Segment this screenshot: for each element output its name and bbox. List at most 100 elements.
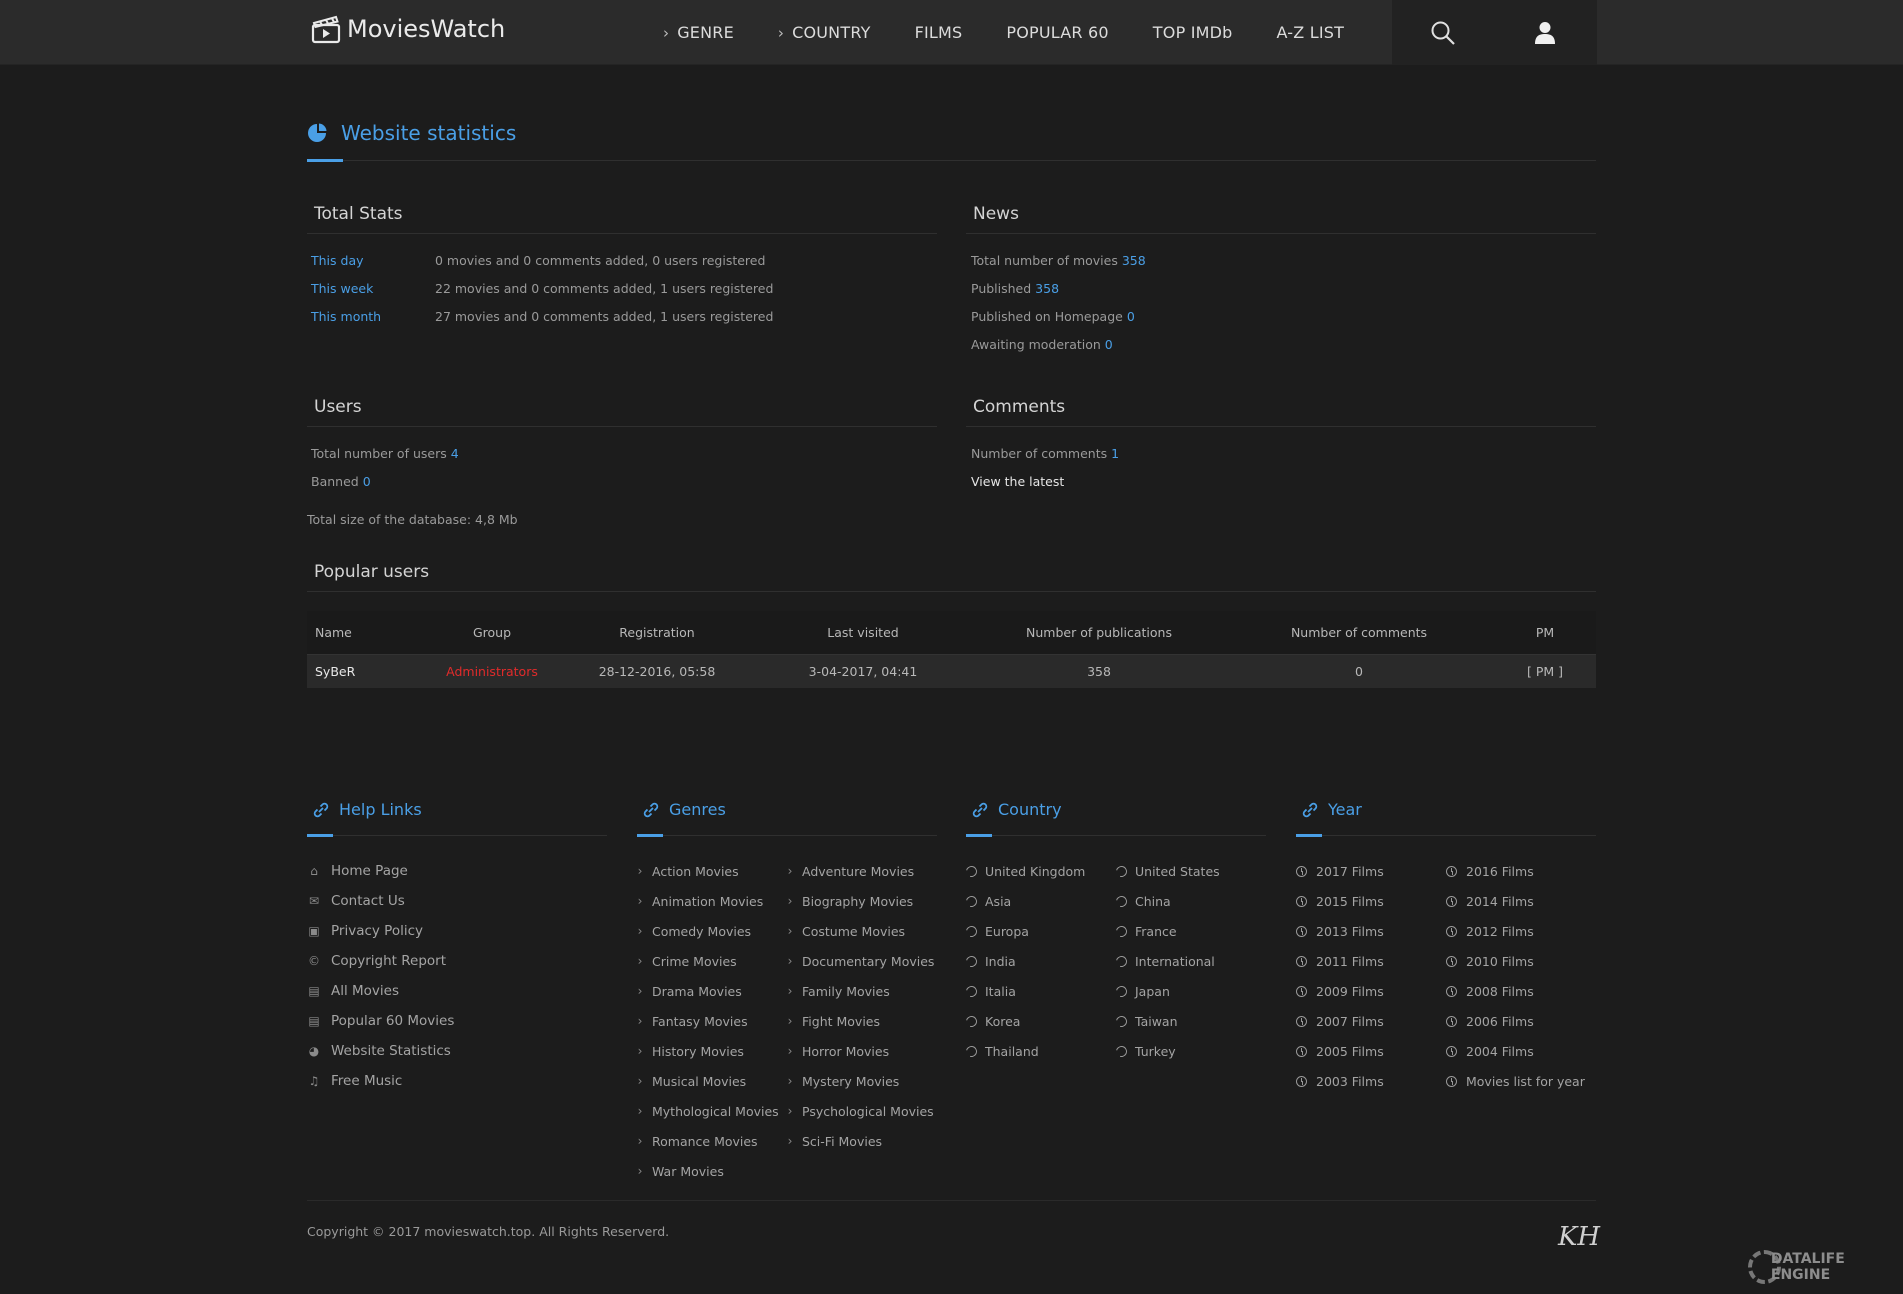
footer-link[interactable]: 2013 Films [1296,916,1384,946]
footer-link[interactable]: Movies list for year [1446,1066,1585,1096]
footer-link[interactable]: United States [1113,856,1220,886]
help-link-statistics[interactable]: ◕ Website Statistics [307,1036,454,1066]
footer-link[interactable]: › Fight Movies [786,1006,934,1036]
footer-link[interactable]: 2005 Films [1296,1036,1384,1066]
footer-link[interactable]: 2014 Films [1446,886,1585,916]
footer-link[interactable]: › Family Movies [786,976,934,1006]
footer-link[interactable]: Asia [963,886,1085,916]
site-logo[interactable]: MoviesWatch [311,14,505,44]
clock-icon [1296,955,1307,967]
nav-popular-60[interactable]: POPULAR 60 [1006,23,1108,42]
news-value[interactable]: 0 [1127,309,1135,324]
nav-label: TOP IMDb [1152,23,1233,42]
footer-link[interactable]: 2016 Films [1446,856,1585,886]
footer-link[interactable]: 2010 Films [1446,946,1585,976]
link-label: China [1135,893,1171,909]
footer-link[interactable]: Japan [1113,976,1220,1006]
footer-link[interactable]: United Kingdom [963,856,1085,886]
footer-link[interactable]: › Crime Movies [636,946,779,976]
footer-link[interactable]: China [1113,886,1220,916]
link-label: Sci-Fi Movies [802,1133,883,1149]
users-total-value[interactable]: 4 [451,446,459,461]
help-link-popular[interactable]: ▤ Popular 60 Movies [307,1006,454,1036]
circle-notch-icon [1113,953,1130,969]
footer-link[interactable]: 2008 Films [1446,976,1585,1006]
footer-link[interactable]: › Biography Movies [786,886,934,916]
help-link-music[interactable]: ♫ Free Music [307,1066,454,1096]
users-banned-label: Banned [311,474,359,489]
year-list-col1: 2017 Films 2015 Films 2013 Films 2011 Films… [1296,856,1384,1096]
footer-link[interactable]: › History Movies [636,1036,779,1066]
footer-link[interactable]: › Romance Movies [636,1126,779,1156]
footer-link[interactable]: › Adventure Movies [786,856,934,886]
view-latest-link[interactable]: View the latest [971,474,1064,489]
help-link-all-movies[interactable]: ▤ All Movies [307,976,454,1006]
footer-link[interactable]: Europa [963,916,1085,946]
help-link-contact[interactable]: ✉ Contact Us [307,886,454,916]
nav-films[interactable]: FILMS [915,23,963,42]
news-value[interactable]: 0 [1105,337,1113,352]
footer-link[interactable]: › Animation Movies [636,886,779,916]
footer-link[interactable]: 2007 Films [1296,1006,1384,1036]
footer-link[interactable]: 2006 Films [1446,1006,1585,1036]
popular-users-heading: Popular users [307,562,1596,592]
header-tools [1392,0,1597,65]
footer-link[interactable]: › War Movies [636,1156,779,1186]
footer-link[interactable]: International [1113,946,1220,976]
stat-label-link[interactable]: This month [311,309,435,324]
chevron-right-icon: › [637,984,643,998]
footer-link[interactable]: 2017 Films [1296,856,1384,886]
user-button[interactable] [1494,0,1596,65]
nav-a-z-list[interactable]: A-Z LIST [1277,23,1345,42]
nav-country[interactable]: › COUNTRY [778,23,871,42]
users-banned-row: Banned 0 [311,474,371,489]
footer-link[interactable]: 2015 Films [1296,886,1384,916]
stat-label-link[interactable]: This week [311,281,435,296]
genres-title: Genres [637,800,937,819]
footer-link[interactable]: › Musical Movies [636,1066,779,1096]
link-label: 2008 Films [1466,983,1534,999]
footer-link[interactable]: Taiwan [1113,1006,1220,1036]
footer-link[interactable]: India [963,946,1085,976]
search-button[interactable] [1392,0,1494,65]
footer-link[interactable]: 2003 Films [1296,1066,1384,1096]
main-nav: › GENRE › COUNTRY FILMS POPULAR 60 TOP IMD… [663,0,1388,65]
footer-link[interactable]: › Documentary Movies [786,946,935,976]
engine-badge[interactable]: DATALIFE ENGINE [1748,1250,1903,1284]
footer-link[interactable]: 2004 Films [1446,1036,1585,1066]
user-publications: 358 [1087,664,1111,679]
footer-link[interactable]: Thailand [963,1036,1085,1066]
footer-link[interactable]: › Horror Movies [786,1036,934,1066]
pm-link[interactable]: [ PM ] [1494,664,1596,679]
help-link-home[interactable]: ⌂ Home Page [307,856,454,886]
footer-link[interactable]: › Sci-Fi Movies [786,1126,934,1156]
footer-link[interactable]: › Costume Movies [786,916,934,946]
users-banned-value[interactable]: 0 [363,474,371,489]
footer-link[interactable]: › Mythological Movies [636,1096,779,1126]
help-link-privacy[interactable]: ▣ Privacy Policy [307,916,454,946]
footer-link[interactable]: 2011 Films [1296,946,1384,976]
footer-link[interactable]: › Action Movies [636,856,779,886]
footer-link[interactable]: › Drama Movies [636,976,779,1006]
footer-link[interactable]: France [1113,916,1220,946]
nav-genre[interactable]: › GENRE [663,23,734,42]
news-value[interactable]: 358 [1122,253,1146,268]
footer-link[interactable]: Italia [963,976,1085,1006]
footer-link[interactable]: Korea [963,1006,1085,1036]
nav-top-imdb[interactable]: TOP IMDb [1153,23,1233,42]
stat-label-link[interactable]: This day [311,253,435,268]
footer-link[interactable]: › Mystery Movies [786,1066,934,1096]
comments-count-value[interactable]: 1 [1111,446,1119,461]
user-name-link[interactable]: SyBeR [307,664,422,679]
footer-link[interactable]: › Psychological Movies [786,1096,934,1126]
help-link-copyright[interactable]: © Copyright Report [307,946,454,976]
footer-link[interactable]: 2009 Films [1296,976,1384,1006]
link-label: Action Movies [652,863,739,879]
heading-underline [307,834,333,837]
footer-link[interactable]: Turkey [1113,1036,1220,1066]
footer-link[interactable]: › Comedy Movies [636,916,779,946]
footer-link[interactable]: 2012 Films [1446,916,1585,946]
clock-icon [1446,1015,1457,1027]
footer-link[interactable]: › Fantasy Movies [636,1006,779,1036]
news-value[interactable]: 358 [1035,281,1059,296]
